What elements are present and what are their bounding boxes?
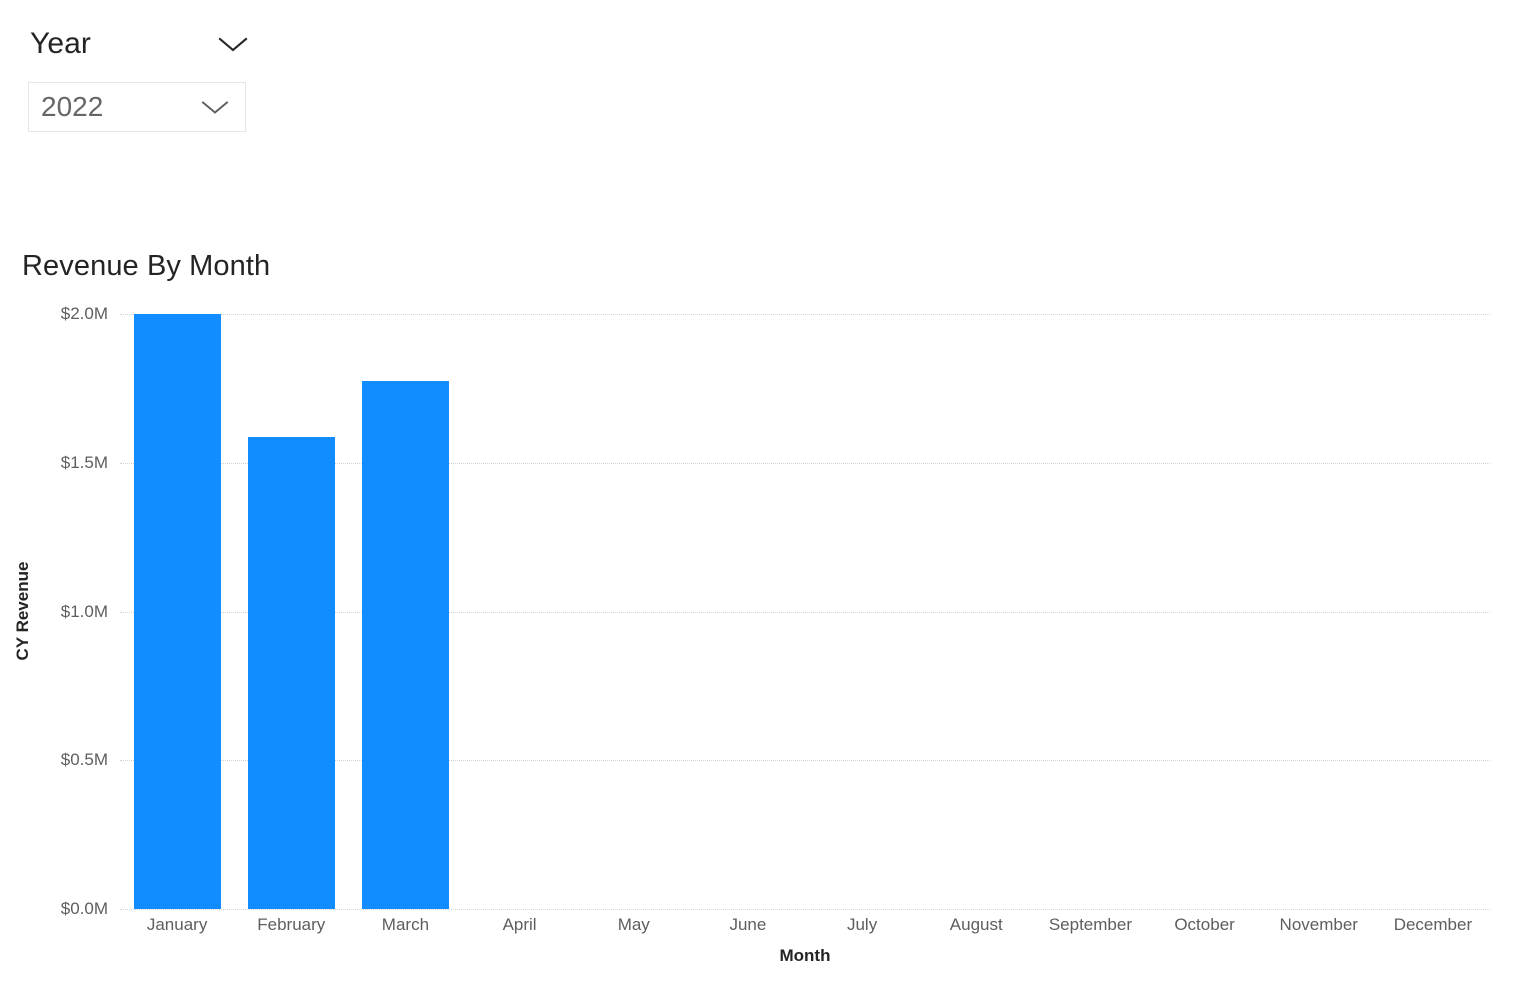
bar-series bbox=[120, 314, 1490, 909]
chart-plot-area: $0.0M $0.5M $1.0M $1.5M $2.0M bbox=[61, 304, 1490, 918]
x-axis-tick-labels: January February March April May June July Augu… bbox=[120, 915, 1490, 943]
x-axis-label-june[interactable]: June bbox=[729, 915, 766, 935]
chart-title: Revenue By Month bbox=[22, 250, 271, 282]
y-axis-title: CY Revenue bbox=[13, 561, 32, 661]
x-axis-label-september[interactable]: September bbox=[1049, 915, 1132, 935]
x-axis-title: Month bbox=[779, 946, 831, 965]
bar-february[interactable] bbox=[247, 437, 335, 909]
x-axis-label-february[interactable]: February bbox=[257, 915, 325, 935]
y-axis-tick-label: $0.0M bbox=[60, 899, 108, 918]
y-axis-tick-label: $2.0M bbox=[60, 304, 108, 323]
x-axis-label-march[interactable]: March bbox=[382, 915, 429, 935]
bar-january[interactable] bbox=[133, 314, 221, 909]
x-axis-label-august[interactable]: August bbox=[950, 915, 1003, 935]
x-axis-label-november[interactable]: November bbox=[1280, 915, 1358, 935]
x-axis-label-july[interactable]: July bbox=[847, 915, 877, 935]
y-axis-tick-label: $0.5M bbox=[60, 750, 108, 770]
y-axis-tick-label: $1.5M bbox=[60, 452, 108, 472]
x-axis-label-october[interactable]: October bbox=[1174, 915, 1234, 935]
gridline bbox=[120, 909, 1490, 910]
revenue-by-month-visual: Revenue By Month $0.0M $0.5M $1.0M $1.5M $2.… bbox=[0, 0, 1536, 988]
x-axis-label-april[interactable]: April bbox=[503, 915, 537, 935]
x-axis-label-december[interactable]: December bbox=[1394, 915, 1472, 935]
bar-march[interactable] bbox=[361, 380, 449, 909]
x-axis-label-may[interactable]: May bbox=[618, 915, 650, 935]
x-axis-label-january[interactable]: January bbox=[147, 915, 207, 935]
